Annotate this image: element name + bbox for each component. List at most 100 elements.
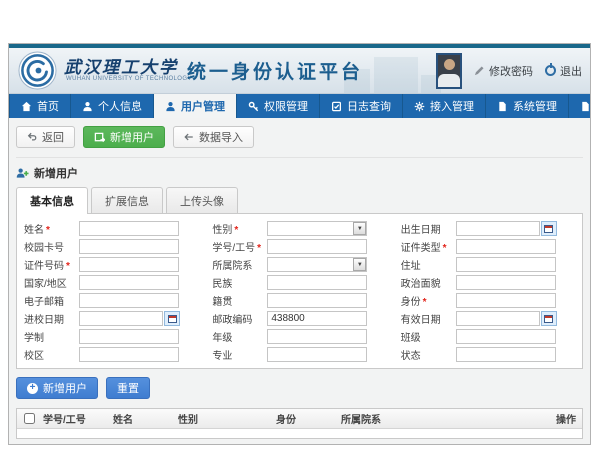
form-tabs: 基本信息 扩展信息 上传头像: [9, 187, 590, 213]
chevron-down-icon[interactable]: ▼: [353, 222, 366, 235]
gender-select[interactable]: [267, 221, 367, 236]
calendar-icon[interactable]: [541, 221, 557, 236]
field-label: 状态: [396, 347, 456, 362]
reset-button[interactable]: 重置: [106, 377, 150, 399]
chevron-down-icon[interactable]: ▼: [353, 258, 366, 271]
home-icon: [21, 101, 32, 112]
field-label: 住址: [396, 257, 456, 272]
column-department: 所属院系: [339, 411, 554, 426]
header-user-area: 修改密码 退出: [436, 48, 582, 93]
field-label: 有效日期: [396, 311, 456, 326]
doc-icon: [580, 101, 591, 112]
postal-code-input[interactable]: [267, 311, 367, 326]
log-icon: [331, 101, 342, 112]
user-table: 学号/工号 姓名 性别 身份 所属院系 操作: [16, 408, 583, 439]
field-label: 身份*: [396, 293, 456, 308]
field-label: 邮政编码: [207, 311, 267, 326]
nav-label: 权限管理: [264, 98, 308, 114]
field-label: 专业: [207, 347, 267, 362]
field-label: 姓名*: [19, 221, 79, 236]
doc-icon: [497, 101, 508, 112]
user-icon: [165, 101, 176, 112]
user-table-header: 学号/工号 姓名 性别 身份 所属院系 操作: [17, 409, 582, 429]
reset-label: 重置: [117, 380, 139, 396]
select-all-cell: [17, 413, 41, 424]
tab-upload-avatar[interactable]: 上传头像: [166, 187, 238, 213]
status-input[interactable]: [456, 347, 556, 362]
student-id-input[interactable]: [267, 239, 367, 254]
brand-header: 武汉理工大学 WUHAN UNIVERSITY OF TECHNOLOGY 统一…: [9, 48, 590, 94]
user-avatar: [436, 53, 462, 89]
field-birth-date: 出生日期: [396, 221, 580, 236]
add-user-submit-label: 新增用户: [43, 380, 87, 396]
field-address: 住址: [396, 257, 580, 272]
field-email: 电子邮箱: [19, 293, 203, 308]
email-input[interactable]: [79, 293, 179, 308]
identity-input[interactable]: [456, 293, 556, 308]
field-label: 国家/地区: [19, 275, 79, 290]
valid-date-input[interactable]: [456, 311, 540, 326]
field-valid-date: 有效日期: [396, 311, 580, 326]
entry-date-input[interactable]: [79, 311, 163, 326]
user-icon: [82, 101, 93, 112]
ethnicity-input[interactable]: [267, 275, 367, 290]
field-label: 校区: [19, 347, 79, 362]
major-input[interactable]: [267, 347, 367, 362]
id-number-input[interactable]: [79, 257, 179, 272]
field-label: 民族: [207, 275, 267, 290]
tab-extended-info[interactable]: 扩展信息: [91, 187, 163, 213]
field-id-type: 证件类型*: [396, 239, 580, 254]
user-table-empty-body: [17, 429, 582, 438]
field-identity: 身份*: [396, 293, 580, 308]
gear-icon: [414, 101, 425, 112]
calendar-icon[interactable]: [164, 311, 180, 326]
grade-input[interactable]: [267, 329, 367, 344]
nav-item-log-query[interactable]: 日志查询: [320, 94, 403, 118]
add-user-toolbar-button[interactable]: 新增用户: [83, 126, 165, 148]
campus-input[interactable]: [79, 347, 179, 362]
add-user-icon: [16, 167, 29, 179]
field-label: 学制: [19, 329, 79, 344]
tab-basic-info[interactable]: 基本信息: [16, 187, 88, 214]
university-name-cn: 武汉理工大学: [64, 53, 178, 78]
nav-item-home[interactable]: 首页: [9, 94, 71, 118]
back-button[interactable]: 返回: [16, 126, 75, 148]
nav-label: 日志查询: [347, 98, 391, 114]
birth-date-input[interactable]: [456, 221, 540, 236]
nav-item-user-management[interactable]: 用户管理: [154, 94, 237, 118]
field-label: 证件类型*: [396, 239, 456, 254]
field-status: 状态: [396, 347, 580, 362]
calendar-icon[interactable]: [541, 311, 557, 326]
logout-link[interactable]: 退出: [545, 63, 582, 79]
nav-item-system-management[interactable]: 系统管理: [486, 94, 569, 118]
name-input[interactable]: [79, 221, 179, 236]
school-system-input[interactable]: [79, 329, 179, 344]
data-import-button[interactable]: 数据导入: [173, 126, 254, 148]
department-select[interactable]: [267, 257, 367, 272]
field-postal-code: 邮政编码: [207, 311, 391, 326]
nav-item-personal-info[interactable]: 个人信息: [71, 94, 154, 118]
native-place-input[interactable]: [267, 293, 367, 308]
nav-label: 个人信息: [98, 98, 142, 114]
political-status-input[interactable]: [456, 275, 556, 290]
field-label: 校园卡号: [19, 239, 79, 254]
class-input[interactable]: [456, 329, 556, 344]
nav-item-access-management[interactable]: 接入管理: [403, 94, 486, 118]
campus-card-input[interactable]: [79, 239, 179, 254]
field-grade: 年级: [207, 329, 391, 344]
field-label: 出生日期: [396, 221, 456, 236]
nav-item-permission-management[interactable]: 权限管理: [237, 94, 320, 118]
plus-circle-icon: [27, 383, 38, 394]
nav-item-subscription-management[interactable]: 订阅管理: [569, 94, 600, 118]
field-gender: 性别* ▼: [207, 221, 391, 236]
add-user-submit-button[interactable]: 新增用户: [16, 377, 98, 399]
address-input[interactable]: [456, 257, 556, 272]
id-type-input[interactable]: [456, 239, 556, 254]
change-password-link[interactable]: 修改密码: [474, 63, 533, 79]
nav-label: 用户管理: [181, 98, 225, 114]
field-campus: 校区: [19, 347, 203, 362]
field-label: 学号/工号*: [207, 239, 267, 254]
country-input[interactable]: [79, 275, 179, 290]
select-all-checkbox[interactable]: [24, 413, 35, 424]
app-window: 武汉理工大学 WUHAN UNIVERSITY OF TECHNOLOGY 统一…: [8, 43, 591, 445]
